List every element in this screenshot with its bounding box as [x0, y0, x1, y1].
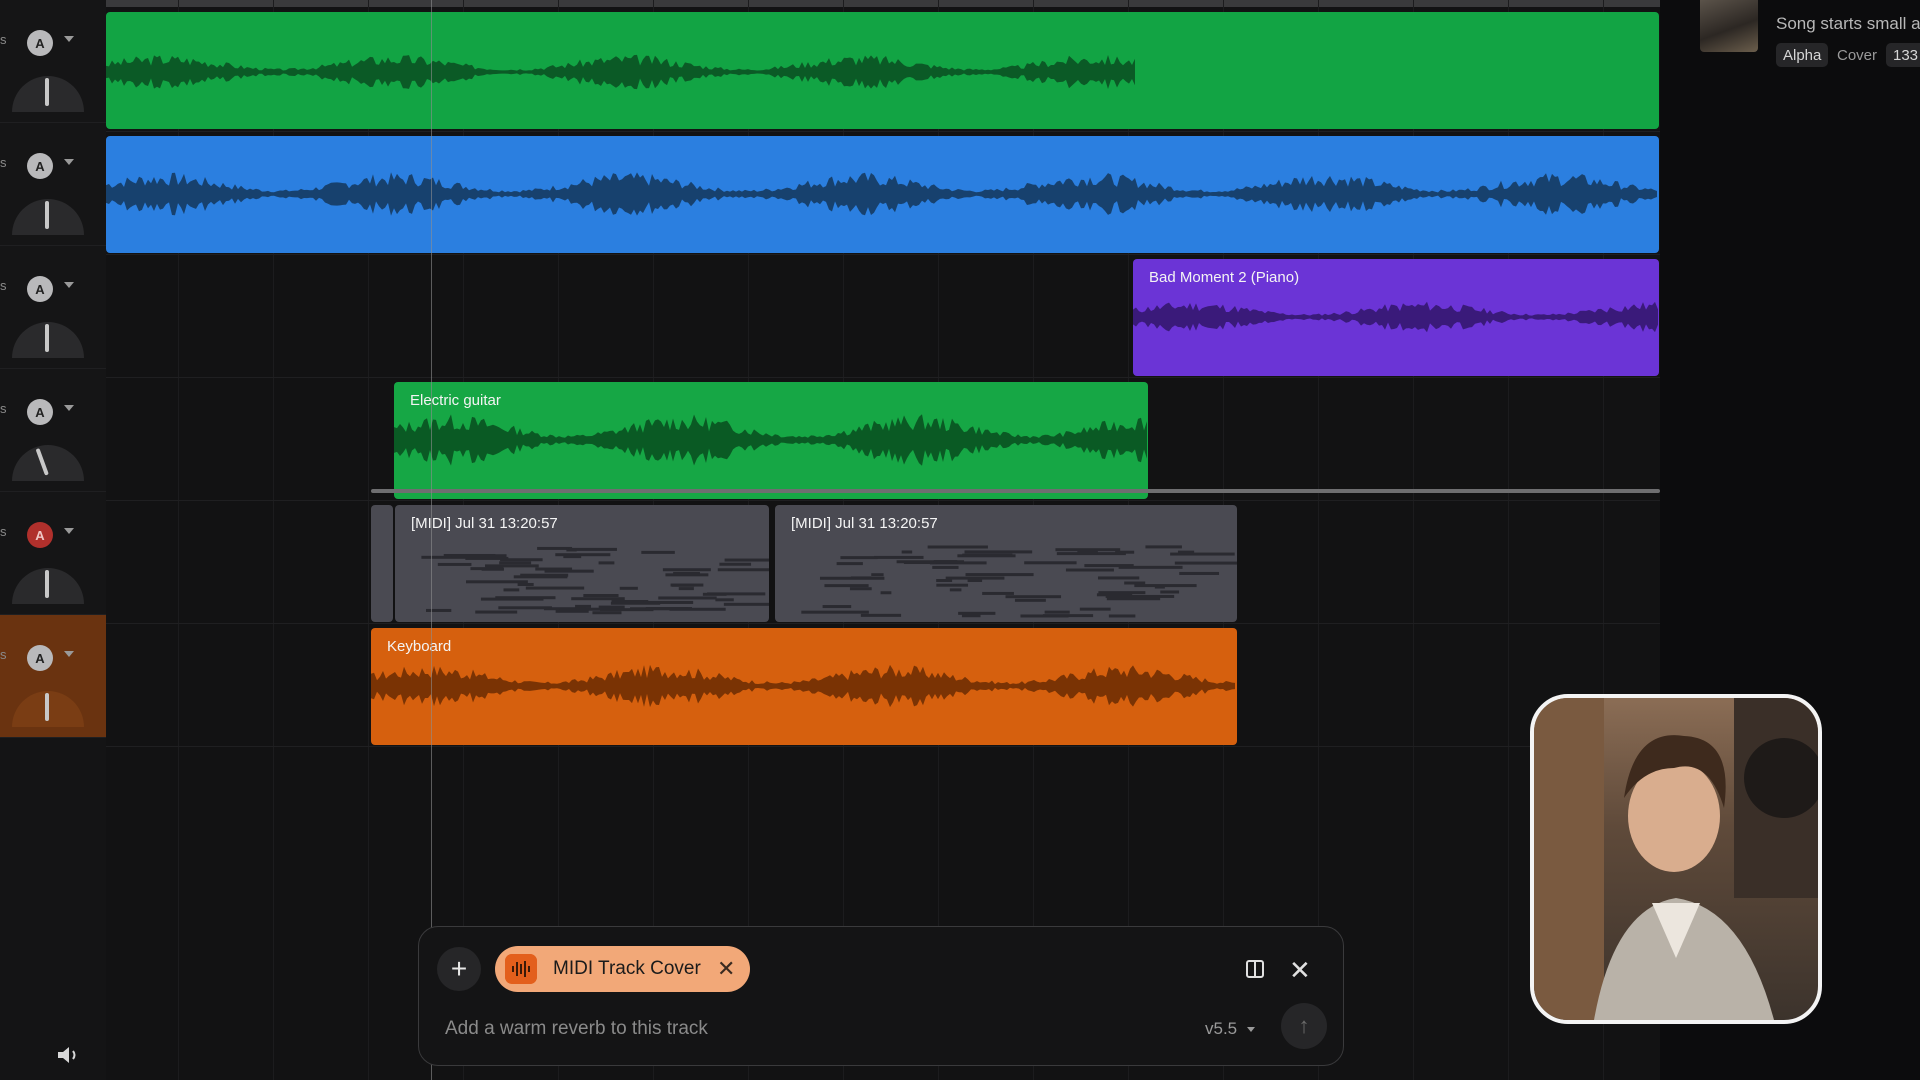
playhead[interactable]	[431, 0, 432, 1080]
track-header-5[interactable]: s A	[0, 492, 106, 615]
midi-notes	[801, 545, 1237, 618]
track-header-3[interactable]: s A	[0, 246, 106, 369]
chevron-down-icon[interactable]	[1247, 1027, 1255, 1032]
midi-clip-2[interactable]: [MIDI] Jul 31 13:20:57	[775, 505, 1237, 622]
prompt-input[interactable]	[443, 1017, 1047, 1041]
lane-divider	[106, 746, 1660, 747]
tag-cover[interactable]: Cover	[1830, 43, 1884, 67]
pan-knob-indicator	[45, 201, 49, 229]
lane-divider	[106, 254, 1660, 255]
track-edge-label: s	[0, 278, 7, 293]
pan-knob[interactable]	[12, 445, 84, 481]
waveform-icon	[1133, 301, 1658, 333]
song-description: Song starts small ar	[1776, 14, 1920, 33]
timeline-ruler[interactable]	[106, 0, 1660, 7]
pan-knob-indicator	[45, 78, 49, 106]
track-edge-label: s	[0, 401, 7, 416]
chevron-down-icon[interactable]	[64, 36, 74, 42]
chip-label: MIDI Track Cover	[553, 958, 701, 979]
track-header-column: s A s A s A s A s A s A	[0, 0, 106, 1080]
loop-range-bar[interactable]	[371, 489, 1660, 493]
lane-divider	[106, 500, 1660, 501]
midi-notes	[421, 546, 769, 615]
audio-clip-piano[interactable]: Bad Moment 2 (Piano)	[1133, 259, 1659, 376]
song-thumbnail[interactable]	[1700, 0, 1758, 52]
track-header-6[interactable]: s A	[0, 615, 106, 738]
waveform-icon	[371, 664, 1235, 708]
add-button[interactable]: +	[437, 947, 481, 991]
tag-bpm[interactable]: 133	[1886, 43, 1920, 67]
midi-clip-stub[interactable]	[371, 505, 393, 622]
close-button[interactable]: ✕	[1289, 955, 1311, 986]
person-video-frame	[1534, 698, 1818, 1020]
waveform-icon	[394, 414, 1147, 466]
chevron-down-icon[interactable]	[64, 282, 74, 288]
waveform-icon	[106, 54, 1135, 90]
arrangement-view[interactable]: Bad Moment 2 (Piano) Electric guitar [MI…	[106, 0, 1660, 1080]
track-edge-label: s	[0, 155, 7, 170]
audio-clip-track-1[interactable]	[106, 12, 1659, 129]
lane-divider	[106, 377, 1660, 378]
midi-clip-1[interactable]: [MIDI] Jul 31 13:20:57	[395, 505, 769, 622]
chevron-down-icon[interactable]	[64, 528, 74, 534]
speaker-icon[interactable]	[56, 1044, 82, 1066]
pan-knob-indicator	[45, 693, 49, 721]
prompt-bar: + MIDI Track Cover ✕ ✕ v5.5 ↑	[418, 926, 1344, 1066]
track-edge-label: s	[0, 524, 7, 539]
webcam-overlay	[1530, 694, 1822, 1024]
waveform-icon	[106, 172, 1657, 216]
track-header-1[interactable]: s A	[0, 0, 106, 123]
track-avatar[interactable]: A	[27, 153, 53, 179]
audio-clip-keyboard[interactable]: Keyboard	[371, 628, 1237, 745]
waveform-icon	[505, 954, 537, 984]
chevron-down-icon[interactable]	[64, 159, 74, 165]
close-icon[interactable]: ✕	[717, 956, 735, 982]
track-header-2[interactable]: s A	[0, 123, 106, 246]
track-avatar[interactable]: A	[27, 399, 53, 425]
lane-divider	[106, 623, 1660, 624]
track-edge-label: s	[0, 647, 7, 662]
chevron-down-icon[interactable]	[64, 405, 74, 411]
track-avatar[interactable]: A	[27, 645, 53, 671]
model-version-select[interactable]: v5.5	[1205, 1019, 1237, 1039]
pan-knob-indicator	[45, 324, 49, 352]
tag-alpha[interactable]: Alpha	[1776, 43, 1829, 67]
track-avatar[interactable]: A	[27, 276, 53, 302]
chevron-down-icon[interactable]	[64, 651, 74, 657]
track-avatar[interactable]: A	[27, 30, 53, 56]
track-avatar-recording[interactable]: A	[27, 522, 53, 548]
panel-toggle-icon[interactable]	[1245, 959, 1265, 979]
track-header-4[interactable]: s A	[0, 369, 106, 492]
lane-divider	[106, 131, 1660, 132]
audio-clip-electric-guitar[interactable]: Electric guitar	[394, 382, 1148, 499]
audio-clip-track-2[interactable]	[106, 136, 1659, 253]
context-chip[interactable]: MIDI Track Cover ✕	[495, 946, 750, 992]
track-edge-label: s	[0, 32, 7, 47]
pan-knob-indicator	[45, 570, 49, 598]
send-button[interactable]: ↑	[1281, 1003, 1327, 1049]
